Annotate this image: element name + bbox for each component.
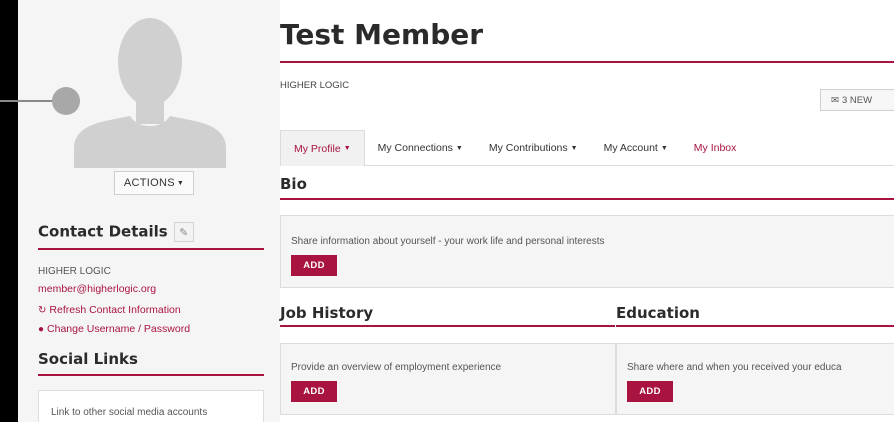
- member-organization: HIGHER LOGIC: [280, 80, 350, 91]
- education-card: Share where and when you received your e…: [616, 343, 894, 415]
- actions-dropdown-button[interactable]: ACTIONS ▼: [114, 171, 194, 195]
- tab-my-profile[interactable]: My Profile ▼: [280, 130, 365, 166]
- education-divider: [616, 325, 894, 327]
- job-history-card: Provide an overview of employment experi…: [280, 343, 616, 415]
- contact-details-title: Contact Details: [38, 222, 168, 241]
- job-history-heading: Job History: [280, 304, 374, 322]
- caret-down-icon: ▼: [570, 144, 578, 152]
- education-add-button[interactable]: ADD: [627, 381, 673, 402]
- social-links-heading: Social Links: [38, 350, 138, 368]
- tab-label: My Contributions: [488, 142, 568, 154]
- envelope-icon: ✉: [831, 94, 839, 106]
- bio-divider: [280, 198, 894, 200]
- profile-tabs: My Profile ▼ My Connections ▼ My Contribut…: [280, 130, 894, 166]
- contact-email-link[interactable]: member@higherlogic.org: [38, 283, 156, 295]
- callout-marker: [52, 87, 80, 115]
- social-links-card: Link to other social media accounts: [38, 390, 264, 422]
- bio-card: Share information about yourself - your …: [280, 215, 894, 288]
- actions-label: ACTIONS: [123, 177, 175, 189]
- caret-down-icon: ▼: [660, 144, 668, 152]
- refresh-icon: ↻: [38, 305, 47, 316]
- user-icon: ●: [38, 324, 45, 335]
- profile-page: ACTIONS ▼ Contact Details ✎ HIGHER LOGIC …: [18, 0, 894, 422]
- contact-organization: HIGHER LOGIC: [38, 266, 111, 277]
- pencil-edit-icon[interactable]: ✎: [173, 222, 194, 242]
- contact-details-divider: [38, 248, 264, 250]
- tab-my-contributions[interactable]: My Contributions ▼: [476, 130, 591, 166]
- tab-label: My Connections: [377, 142, 453, 154]
- tab-label: My Account: [603, 142, 658, 154]
- tab-label: My Profile: [294, 142, 341, 155]
- education-prompt: Share where and when you received your e…: [627, 362, 842, 373]
- refresh-contact-link[interactable]: ↻ Refresh Contact Information: [38, 304, 181, 316]
- social-links-divider: [38, 374, 264, 376]
- refresh-contact-label: Refresh Contact Information: [49, 304, 181, 316]
- tab-label: My Inbox: [693, 142, 737, 154]
- job-history-prompt: Provide an overview of employment experi…: [291, 362, 502, 373]
- tab-my-connections[interactable]: My Connections ▼: [365, 130, 476, 166]
- contact-details-heading: Contact Details ✎: [38, 222, 194, 242]
- caret-down-icon: ▼: [343, 145, 351, 152]
- change-credentials-link[interactable]: ● Change Username / Password: [38, 323, 190, 335]
- social-links-prompt: Link to other social media accounts: [51, 407, 208, 418]
- job-history-add-button[interactable]: ADD: [291, 381, 337, 402]
- education-heading: Education: [616, 304, 700, 322]
- avatar-placeholder-icon: [74, 18, 226, 168]
- bio-prompt: Share information about yourself - your …: [291, 236, 605, 247]
- profile-sidebar: ACTIONS ▼ Contact Details ✎ HIGHER LOGIC …: [18, 0, 280, 422]
- tab-my-inbox[interactable]: My Inbox: [681, 130, 750, 166]
- new-messages-label: 3 NEW: [841, 94, 873, 106]
- caret-down-icon: ▼: [176, 179, 185, 187]
- job-history-divider: [280, 325, 615, 327]
- new-messages-button[interactable]: ✉ 3 NEW: [820, 89, 894, 111]
- tab-my-account[interactable]: My Account ▼: [591, 130, 681, 166]
- name-divider: [280, 61, 894, 63]
- change-credentials-label: Change Username / Password: [47, 323, 191, 335]
- bio-heading: Bio: [280, 175, 307, 193]
- member-name: Test Member: [280, 18, 484, 51]
- callout-line: [0, 100, 60, 102]
- bio-add-button[interactable]: ADD: [291, 255, 337, 276]
- caret-down-icon: ▼: [455, 144, 463, 152]
